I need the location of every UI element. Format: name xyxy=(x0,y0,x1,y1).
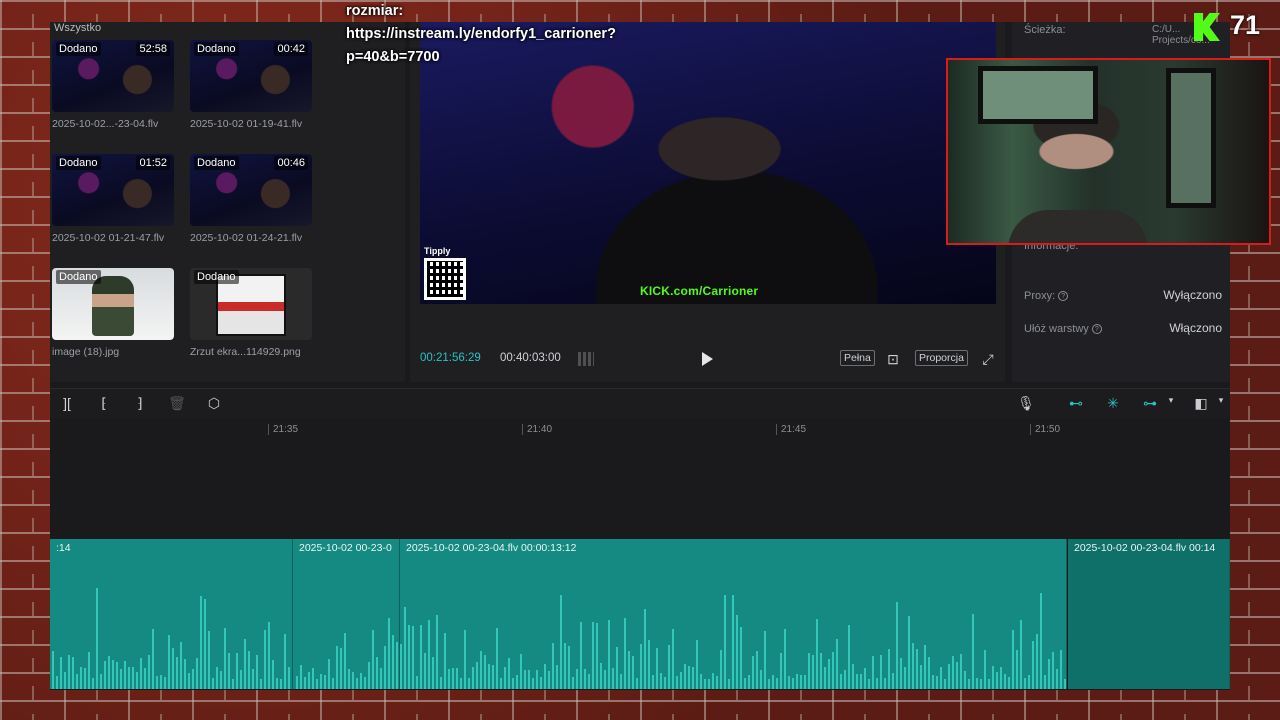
microphone-icon[interactable]: 🎙 xyxy=(1017,395,1035,412)
fullscreen-icon[interactable]: ⤢ xyxy=(979,350,997,368)
proxy-label: Proxy:? xyxy=(1024,290,1069,302)
overlay-line: https://instream.ly/endorfy1_carrioner? xyxy=(346,26,616,42)
ruler-tick: 21:50 xyxy=(1030,424,1060,435)
video-thumbnail: Dodano 01:52 xyxy=(52,154,174,226)
proxy-value[interactable]: Wyłączono xyxy=(1163,288,1222,302)
timeline-toolbar: ][ ⁅ ⁆ 🗑 ⬡ 🎙 ⊷ ✳ ⊶ ▾ ◧ ▾ xyxy=(50,388,1230,418)
help-icon[interactable]: ? xyxy=(1091,324,1102,335)
audio-clip[interactable]: 2025-10-02 00-23-0 xyxy=(293,539,400,689)
media-item-name: 2025-10-02 01-19-41.flv xyxy=(190,118,303,130)
video-thumbnail: Dodano 00:42 xyxy=(190,40,312,112)
webcam-person xyxy=(1008,210,1148,243)
marker-icon[interactable]: ⬡ xyxy=(205,395,223,412)
qr-code xyxy=(424,258,466,300)
media-item-name: 2025-10-02...-23-04.flv xyxy=(52,118,159,130)
snap-icon[interactable]: ⊶ xyxy=(1141,395,1159,412)
link-icon[interactable]: ⊷ xyxy=(1067,395,1085,412)
stream-overlay-text: rozmiar: https://instream.ly/endorfy1_ca… xyxy=(346,0,616,69)
soldier-figure xyxy=(92,276,134,336)
tipply-label: Tipply xyxy=(424,246,451,256)
delete-icon[interactable]: 🗑 xyxy=(168,395,186,412)
grid-icon[interactable] xyxy=(578,352,594,366)
audio-track: :14 2025-10-02 00-23-0 2025-10-02 00-23-… xyxy=(50,539,1230,689)
chevron-down-icon[interactable]: ▾ xyxy=(1162,395,1180,406)
viewer-count: 71 xyxy=(1230,10,1261,40)
added-badge: Dodano xyxy=(56,270,101,284)
magnet-icon[interactable]: ✳ xyxy=(1104,395,1122,412)
media-item-name: 2025-10-02 01-21-47.flv xyxy=(52,232,165,244)
duration-label: 01:52 xyxy=(136,156,170,170)
audio-clip[interactable]: :14 xyxy=(50,539,293,689)
media-filter-label[interactable]: Wszystko xyxy=(54,22,101,34)
image-thumbnail: Dodano xyxy=(52,268,174,340)
duration-label: 52:58 xyxy=(136,42,170,56)
layers-label-text: Ułóż warstwy xyxy=(1024,323,1089,335)
webcam-window xyxy=(1166,68,1216,208)
clip-label: 2025-10-02 00-23-04.flv 00:00:13:12 xyxy=(406,542,577,554)
clip-label: 2025-10-02 00-23-0 xyxy=(299,542,392,554)
kick-url-label: KICK.com/Carrioner xyxy=(640,284,759,298)
audio-clip[interactable]: 2025-10-02 00-23-04.flv 00:14 xyxy=(1068,539,1230,689)
image-thumbnail: Dodano xyxy=(190,268,312,340)
added-badge: Dodano xyxy=(194,156,239,170)
current-time: 00:21:56:29 xyxy=(420,352,481,364)
split-icon[interactable]: ][ xyxy=(58,395,76,411)
video-thumbnail: Dodano 00:46 xyxy=(190,154,312,226)
duration-label: 00:46 xyxy=(274,156,308,170)
proxy-label-text: Proxy: xyxy=(1024,290,1056,302)
help-icon[interactable]: ? xyxy=(1058,291,1069,302)
full-quality-button[interactable]: Pełna xyxy=(840,350,875,366)
media-item[interactable]: Dodano 01:52 2025-10-02 01-21-47.flv xyxy=(52,154,174,244)
screenshot-icon[interactable]: ⊡ xyxy=(884,350,902,368)
ruler-tick: 21:35 xyxy=(268,424,298,435)
webcam-window xyxy=(978,66,1098,124)
webcam-overlay xyxy=(946,58,1271,245)
timeline-ruler[interactable]: 21:35 21:40 21:45 21:50 xyxy=(50,420,1230,440)
compare-icon[interactable]: ◧ xyxy=(1192,395,1210,412)
media-item[interactable]: Dodano Zrzut ekra...114929.png xyxy=(190,268,312,358)
ruler-tick: 21:40 xyxy=(522,424,552,435)
layers-value[interactable]: Włączono xyxy=(1169,321,1222,335)
media-item-name: image (18).jpg xyxy=(52,346,120,358)
path-label: Ścieżka: xyxy=(1024,24,1066,36)
aspect-ratio-button[interactable]: Proporcja xyxy=(915,350,968,366)
overlay-line: rozmiar: xyxy=(346,3,404,19)
duration-label: 00:42 xyxy=(274,42,308,56)
video-thumbnail: Dodano 52:58 xyxy=(52,40,174,112)
total-time: 00:40:03:00 xyxy=(500,352,561,364)
trim-right-icon[interactable]: ⁆ xyxy=(131,395,149,412)
media-item[interactable]: Dodano image (18).jpg xyxy=(52,268,174,358)
layers-label: Ułóż warstwy? xyxy=(1024,323,1102,335)
player-controls: 00:21:56:29 00:40:03:00 Pełna ⊡ Proporcj… xyxy=(410,348,1005,372)
media-item-name: 2025-10-02 01-24-21.flv xyxy=(190,232,303,244)
overlay-line: p=40&b=7700 xyxy=(346,49,440,65)
chevron-down-icon[interactable]: ▾ xyxy=(1212,395,1230,406)
clip-label: :14 xyxy=(56,542,71,554)
added-badge: Dodano xyxy=(56,156,101,170)
media-item-name: Zrzut ekra...114929.png xyxy=(190,346,301,358)
media-item[interactable]: Dodano 00:42 2025-10-02 01-19-41.flv xyxy=(190,40,312,130)
media-item[interactable]: Dodano 52:58 2025-10-02...-23-04.flv xyxy=(52,40,174,130)
play-icon[interactable] xyxy=(702,352,713,366)
clip-label: 2025-10-02 00-23-04.flv 00:14 xyxy=(1074,542,1216,554)
media-item[interactable]: Dodano 00:46 2025-10-02 01-24-21.flv xyxy=(190,154,312,244)
ruler-tick: 21:45 xyxy=(776,424,806,435)
added-badge: Dodano xyxy=(194,270,239,284)
media-library-panel: Wszystko Dodano 52:58 2025-10-02...-23-0… xyxy=(50,22,405,382)
added-badge: Dodano xyxy=(194,42,239,56)
trim-left-icon[interactable]: ⁅ xyxy=(95,395,113,412)
audio-clip[interactable]: 2025-10-02 00-23-04.flv 00:00:13:12 xyxy=(400,539,1067,689)
preview-player: Tipply KICK.com/Carrioner 00:21:56:29 00… xyxy=(410,22,1005,382)
added-badge: Dodano xyxy=(56,42,101,56)
